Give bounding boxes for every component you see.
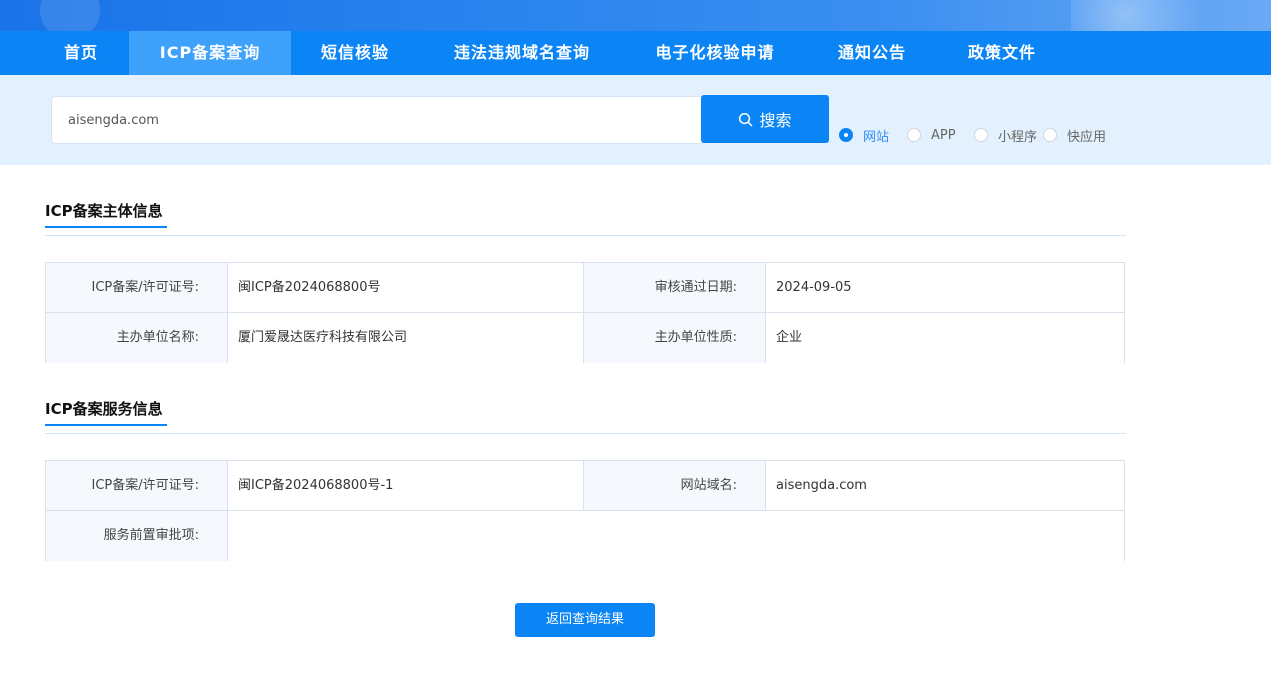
table-row: ICP备案/许可证号: 闽ICP备2024068800号-1 网站域名: ais… — [46, 461, 1124, 511]
table-divider — [583, 263, 584, 362]
cell-label: 服务前置审批项: — [46, 511, 227, 561]
cell-label: 网站域名: — [584, 461, 765, 511]
section-divider — [45, 433, 1126, 434]
nav-item-e-verify[interactable]: 电子化核验申请 — [638, 31, 792, 75]
subject-section-title: ICP备案主体信息 — [45, 202, 163, 220]
radio-app-label: APP — [931, 127, 956, 143]
cell-value — [228, 511, 1124, 561]
cell-value: aisengda.com — [766, 461, 1124, 511]
search-button-label: 搜索 — [759, 111, 792, 130]
radio-dot-icon — [974, 128, 988, 142]
cell-value: 厦门爱晟达医疗科技有限公司 — [228, 313, 583, 363]
radio-mini-program-label: 小程序 — [998, 129, 1038, 145]
cell-label: ICP备案/许可证号: — [46, 263, 227, 313]
radio-dot-icon — [907, 128, 921, 142]
search-icon — [739, 112, 753, 126]
table-divider — [227, 461, 228, 560]
section-underline — [45, 424, 167, 426]
search-input[interactable] — [51, 96, 703, 144]
back-to-results-button[interactable]: 返回查询结果 — [515, 603, 655, 637]
service-info-table: ICP备案/许可证号: 闽ICP备2024068800号-1 网站域名: ais… — [45, 460, 1125, 561]
cell-label: 主办单位名称: — [46, 313, 227, 363]
table-row: 主办单位名称: 厦门爱晟达医疗科技有限公司 主办单位性质: 企业 — [46, 313, 1124, 363]
nav-item-notices[interactable]: 通知公告 — [820, 31, 924, 75]
cell-label: 主办单位性质: — [584, 313, 765, 363]
cell-value: 闽ICP备2024068800号-1 — [228, 461, 583, 511]
radio-mini-program[interactable]: 小程序 — [974, 126, 1038, 145]
table-row: ICP备案/许可证号: 闽ICP备2024068800号 审核通过日期: 202… — [46, 263, 1124, 313]
cell-value: 闽ICP备2024068800号 — [228, 263, 583, 313]
nav-item-sms-verify[interactable]: 短信核验 — [305, 31, 405, 75]
section-divider — [45, 235, 1126, 236]
table-divider — [765, 263, 766, 362]
radio-quick-app[interactable]: 快应用 — [1043, 126, 1107, 145]
search-button[interactable]: 搜索 — [701, 95, 829, 143]
table-divider — [46, 312, 1124, 313]
radio-website[interactable]: 网站 — [839, 126, 890, 145]
table-divider — [46, 510, 1124, 511]
radio-website-label: 网站 — [863, 129, 890, 145]
radio-dot-icon — [839, 128, 853, 142]
section-underline — [45, 226, 167, 228]
banner-decoration — [1071, 0, 1251, 31]
table-divider — [583, 461, 584, 511]
top-banner — [0, 0, 1271, 31]
search-area: 搜索 网站 APP 小程序 快应用 — [0, 75, 1271, 165]
subject-info-table: ICP备案/许可证号: 闽ICP备2024068800号 审核通过日期: 202… — [45, 262, 1125, 363]
cell-label: 审核通过日期: — [584, 263, 765, 313]
table-divider — [227, 263, 228, 362]
cell-value: 2024-09-05 — [766, 263, 1124, 313]
cell-label: ICP备案/许可证号: — [46, 461, 227, 511]
nav-item-home[interactable]: 首页 — [34, 31, 128, 75]
nav-item-policies[interactable]: 政策文件 — [950, 31, 1054, 75]
cell-value: 企业 — [766, 313, 1124, 363]
radio-dot-icon — [1043, 128, 1057, 142]
table-divider — [765, 461, 766, 511]
radio-app[interactable]: APP — [907, 126, 956, 144]
banner-decoration — [40, 0, 100, 31]
main-nav: 首页 ICP备案查询 短信核验 违法违规域名查询 电子化核验申请 通知公告 政策… — [0, 31, 1271, 75]
service-section-title: ICP备案服务信息 — [45, 400, 163, 418]
radio-quick-app-label: 快应用 — [1067, 129, 1107, 145]
table-row: 服务前置审批项: — [46, 511, 1124, 561]
nav-item-illegal-domain[interactable]: 违法违规域名查询 — [436, 31, 608, 75]
nav-item-icp-query[interactable]: ICP备案查询 — [129, 31, 291, 75]
